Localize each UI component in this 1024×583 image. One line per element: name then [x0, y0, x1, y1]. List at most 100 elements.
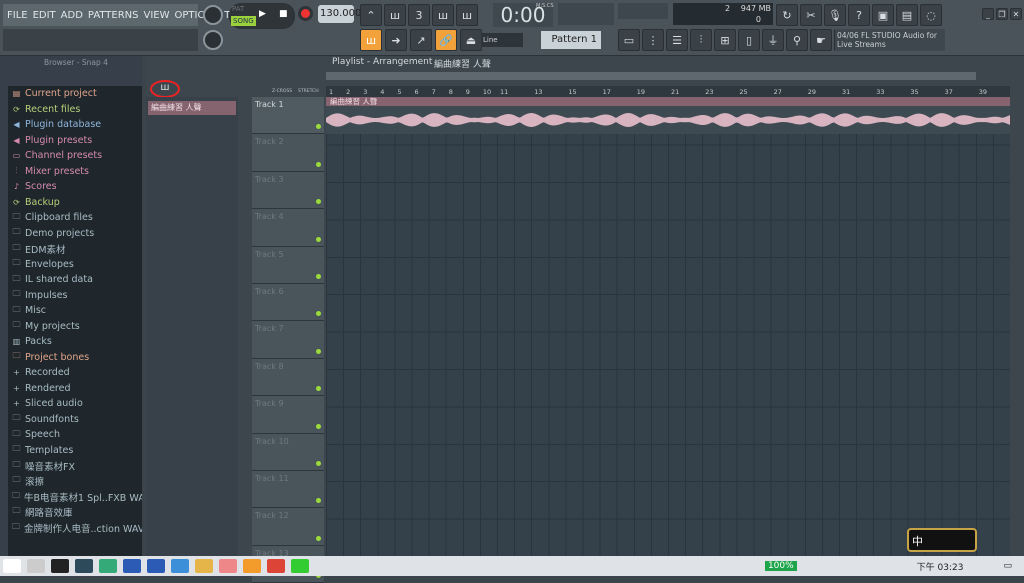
close-icon[interactable]: ✕	[1010, 8, 1022, 20]
pattern-selector[interactable]: Pattern 1	[541, 31, 601, 49]
touch-icon[interactable]: ☛	[810, 29, 832, 51]
track-mute-led[interactable]	[316, 311, 321, 317]
pattern-mode-button[interactable]: ш	[360, 29, 382, 51]
track-mute-led[interactable]	[316, 535, 321, 541]
track-header[interactable]: Track 1	[252, 97, 324, 135]
track-header[interactable]: Track 11	[252, 470, 324, 509]
menu-view[interactable]: VIEW	[144, 10, 170, 21]
explorer-icon[interactable]	[195, 559, 213, 573]
browser-item[interactable]: 🗀 IL shared data	[8, 272, 142, 288]
app-icon[interactable]	[147, 559, 165, 573]
browser-item[interactable]: 🗀 Envelopes	[8, 257, 142, 273]
pat-toggle[interactable]: PAT	[232, 5, 244, 13]
record-button[interactable]	[298, 6, 313, 21]
word-icon[interactable]	[123, 559, 141, 573]
metronome-button[interactable]: ⌃	[360, 4, 382, 26]
slide-button[interactable]: ↗	[410, 29, 432, 51]
save-new-icon[interactable]: ▤	[896, 4, 918, 26]
microphone-icon[interactable]: 🎙	[824, 4, 846, 26]
app-icon[interactable]	[171, 559, 189, 573]
browser-item[interactable]: ⟳ Backup	[8, 195, 142, 211]
browser-item[interactable]: 🗀 Misc	[8, 303, 142, 319]
browser-item[interactable]: ◀ Plugin database	[8, 117, 142, 133]
snap-select[interactable]: Line	[481, 33, 523, 47]
undo-icon[interactable]: ↻	[776, 4, 798, 26]
cut-icon[interactable]: ✂	[800, 4, 822, 26]
stop-button[interactable]: ■	[279, 9, 288, 19]
menu-edit[interactable]: EDIT	[33, 10, 56, 21]
browser-item[interactable]: ▭ Channel presets	[8, 148, 142, 164]
browser-item[interactable]: 🗀 Clipboard files	[8, 210, 142, 226]
start-icon[interactable]	[3, 559, 21, 573]
track-header[interactable]: Track 12	[252, 508, 324, 546]
countdown-button[interactable]: 3	[408, 4, 430, 26]
track-mute-led[interactable]	[316, 498, 321, 504]
save-icon[interactable]: ▣	[872, 4, 894, 26]
browser-item[interactable]: 🗀 Templates	[8, 443, 142, 459]
track-mute-led[interactable]	[316, 124, 321, 130]
pattern-picker-tab[interactable]: ш	[150, 80, 180, 98]
browser-item[interactable]: 🗀 網路音效庫	[8, 505, 142, 521]
track-mute-led[interactable]	[316, 386, 321, 392]
playlist-icon[interactable]: ▭	[618, 29, 640, 51]
menu-add[interactable]: ADD	[61, 10, 83, 21]
track-mute-led[interactable]	[316, 236, 321, 242]
channel-rack-icon[interactable]: ☰	[666, 29, 688, 51]
browser-item[interactable]: 🗀 Project bones	[8, 350, 142, 366]
browser-item[interactable]: 🗀 EDM素材	[8, 241, 142, 257]
help-icon[interactable]: ?	[848, 4, 870, 26]
chrome-icon[interactable]	[267, 559, 285, 573]
track-header[interactable]: Track 6	[252, 283, 324, 322]
menu-file[interactable]: FILE	[7, 10, 28, 21]
link-icon[interactable]: 🔗	[435, 29, 457, 51]
track-header[interactable]: Track 3	[252, 171, 324, 210]
maximize-icon[interactable]: ❐	[996, 8, 1008, 20]
browser-item[interactable]: + Rendered	[8, 381, 142, 397]
wait-input-button[interactable]: ш	[384, 4, 406, 26]
clock[interactable]: 下午 03:23	[917, 560, 964, 573]
line-icon[interactable]	[291, 559, 309, 573]
browser-item[interactable]: 🗀 Speech	[8, 427, 142, 443]
track-header[interactable]: Track 9	[252, 396, 324, 434]
piano-roll-icon[interactable]: ⋮	[642, 29, 664, 51]
chat-icon[interactable]: ◌	[920, 4, 942, 26]
browser-item[interactable]: ⫶ Mixer presets	[8, 164, 142, 180]
plugin-icon[interactable]: ⏚	[762, 29, 784, 51]
browser-item[interactable]: + Sliced audio	[8, 396, 142, 412]
browser-item[interactable]: ◀ Plugin presets	[8, 133, 142, 149]
track-mute-led[interactable]	[316, 460, 321, 466]
stamp-icon[interactable]: ⏏	[460, 29, 482, 51]
track-mute-led[interactable]	[316, 199, 321, 205]
track-header[interactable]: Track 7	[252, 321, 324, 359]
browser-item[interactable]: ♪ Scores	[8, 179, 142, 195]
performance-icon[interactable]: ⚲	[786, 29, 808, 51]
browser-item[interactable]: 🗀 牛B电音素材1 Spl..FXB WAV	[8, 489, 142, 505]
tempo-field[interactable]: 130.000	[318, 5, 361, 23]
track-mute-led[interactable]	[316, 273, 321, 279]
track-header[interactable]: Track 4	[252, 209, 324, 247]
battery-indicator[interactable]: 100%	[764, 561, 797, 571]
ime-widget[interactable]: 中	[907, 528, 977, 552]
notification-icon[interactable]: ▭	[1003, 561, 1012, 571]
mixer-icon[interactable]: ⫶	[690, 29, 712, 51]
browser-icon[interactable]: ⊞	[714, 29, 736, 51]
track-header[interactable]: Track 5	[252, 246, 324, 284]
browser-item[interactable]: 🗀 Impulses	[8, 288, 142, 304]
browser-item[interactable]: ⟳ Recent files	[8, 102, 142, 118]
browser-item[interactable]: 🗀 My projects	[8, 319, 142, 335]
browser-item[interactable]: + Recorded	[8, 365, 142, 381]
song-toggle[interactable]: SONG	[231, 16, 256, 26]
track-header[interactable]: Track 2	[252, 134, 324, 172]
browser-item[interactable]: 🗀 Demo projects	[8, 226, 142, 242]
arrangement-grid[interactable]	[326, 97, 1010, 556]
file-icon[interactable]: ▯	[738, 29, 760, 51]
search-icon[interactable]	[27, 559, 45, 573]
app-icon[interactable]	[75, 559, 93, 573]
audio-clip[interactable]: 編曲練習 人聲	[326, 97, 1010, 134]
play-button[interactable]: ▶	[259, 9, 266, 19]
timeline-ruler[interactable]: 1 2 3 4 5 6 7 8 9 10 11 13 15 17 19 21 23 25 27 29 31 33 35 37 3…	[326, 86, 1010, 97]
track-header[interactable]: Track 8	[252, 358, 324, 397]
fl-studio-icon[interactable]	[243, 559, 261, 573]
horizontal-scrollbar[interactable]	[326, 72, 976, 80]
app-icon[interactable]	[219, 559, 237, 573]
